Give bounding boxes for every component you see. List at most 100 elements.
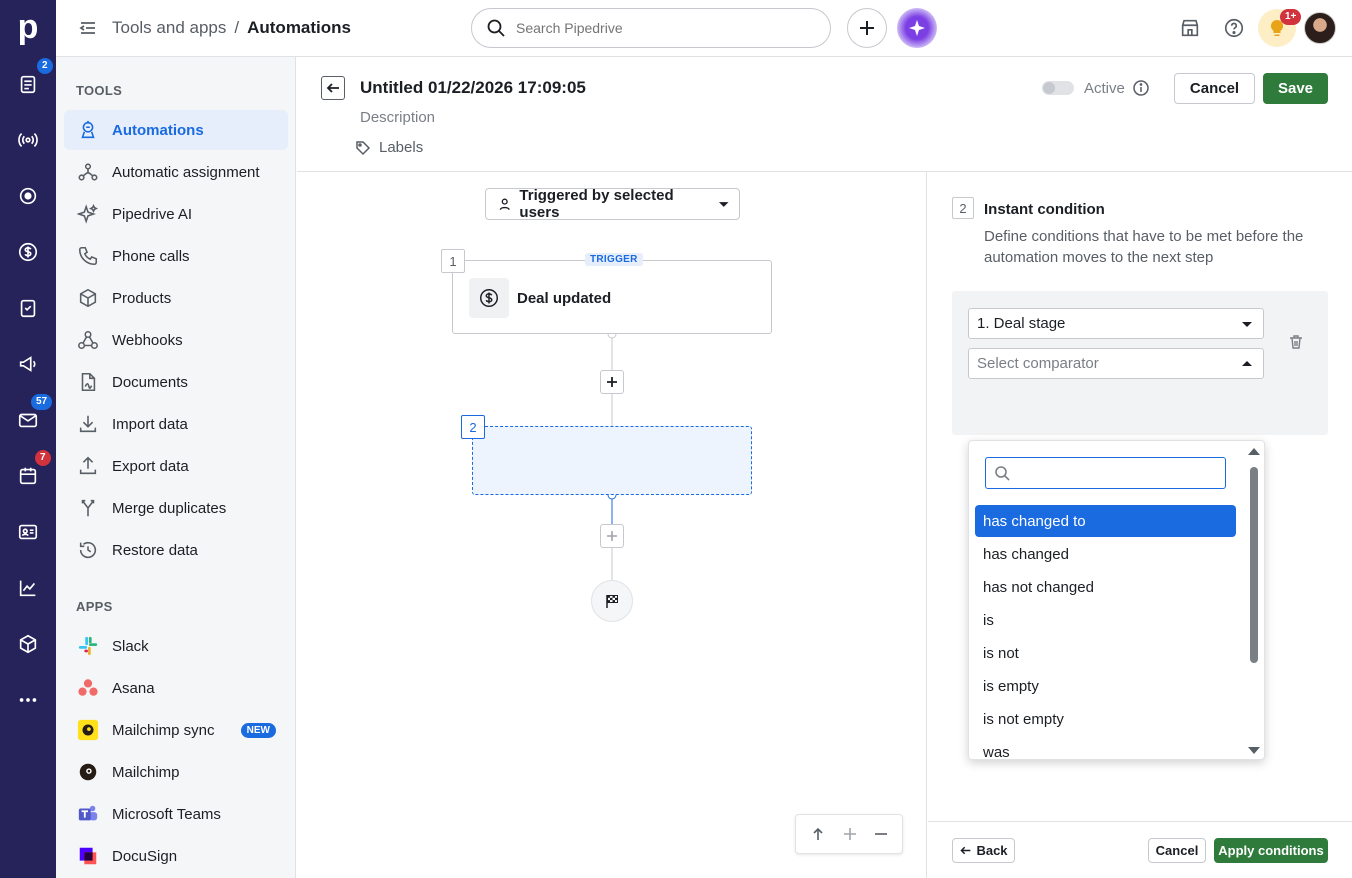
comparator-option[interactable]: is not empty xyxy=(975,703,1236,735)
scrollbar-thumb[interactable] xyxy=(1250,467,1258,663)
sidebar-item-docusign[interactable]: DocuSign xyxy=(64,836,288,876)
dropdown-scrollbar[interactable] xyxy=(1247,445,1261,757)
sidebar-item-phone-calls[interactable]: Phone calls xyxy=(64,236,288,276)
sidebar-item-merge-duplicates[interactable]: Merge duplicates xyxy=(64,488,288,528)
avatar[interactable] xyxy=(1304,12,1336,44)
mail-badge: 57 xyxy=(31,394,53,410)
sidebar-item-mailchimp-sync[interactable]: Mailchimp sync NEW xyxy=(64,710,288,750)
cancel-button[interactable]: Cancel xyxy=(1148,838,1206,863)
canvas-controls xyxy=(795,814,903,854)
comparator-option[interactable]: has changed to xyxy=(975,505,1236,537)
mailchimp-icon xyxy=(76,718,100,742)
sidebar-item-automations[interactable]: Automations xyxy=(64,110,288,150)
marketplace-icon[interactable] xyxy=(1179,17,1201,39)
nav-deals[interactable] xyxy=(14,238,42,266)
description-field[interactable]: Description xyxy=(360,109,435,126)
sidebar-item-mailchimp[interactable]: Mailchimp xyxy=(64,752,288,792)
nav-leads[interactable] xyxy=(14,70,42,98)
comparator-select[interactable]: Select comparator xyxy=(968,348,1264,379)
dropdown-search[interactable] xyxy=(985,457,1226,489)
help-icon[interactable] xyxy=(1223,17,1245,39)
comparator-option[interactable]: is not xyxy=(975,637,1236,669)
comparator-option[interactable]: is xyxy=(975,604,1236,636)
nav-contacts[interactable] xyxy=(14,518,42,546)
sidebar-item-export-data[interactable]: Export data xyxy=(64,446,288,486)
nav-activities[interactable] xyxy=(14,294,42,322)
back-button[interactable] xyxy=(321,76,345,100)
contact-card-icon xyxy=(18,524,38,540)
sidebar-item-automatic-assignment[interactable]: Automatic assignment xyxy=(64,152,288,192)
sidebar-item-label: Import data xyxy=(112,415,188,433)
trigger-step-card[interactable]: Deal updated xyxy=(452,260,772,334)
comparator-option[interactable]: is empty xyxy=(975,670,1236,702)
ai-assistant-button[interactable] xyxy=(897,8,937,48)
breadcrumb-current: Automations xyxy=(247,18,351,37)
scroll-up-icon[interactable] xyxy=(1247,445,1261,459)
condition-group: 1. Deal stage Select comparator xyxy=(952,291,1328,435)
search-box[interactable] xyxy=(471,8,831,48)
nav-insights[interactable] xyxy=(14,574,42,602)
active-toggle[interactable] xyxy=(1042,81,1074,95)
plus-icon xyxy=(860,21,874,35)
phone-icon xyxy=(76,244,100,268)
comparator-option[interactable]: has changed xyxy=(975,538,1236,570)
automations-icon xyxy=(76,118,100,142)
add-step-button[interactable] xyxy=(600,370,624,394)
comparator-option[interactable]: has not changed xyxy=(975,571,1236,603)
search-input[interactable] xyxy=(516,20,796,36)
sidebar-item-documents[interactable]: Documents xyxy=(64,362,288,402)
pipedrive-logo[interactable]: p xyxy=(14,10,42,44)
condition-step-placeholder[interactable] xyxy=(472,426,752,495)
trigger-step-label: Deal updated xyxy=(517,290,612,307)
apply-conditions-button[interactable]: Apply conditions xyxy=(1214,838,1328,863)
broadcast-icon xyxy=(18,133,38,147)
menu-collapse-icon[interactable] xyxy=(78,18,98,38)
comparator-option[interactable]: was xyxy=(975,736,1236,760)
finish-flag-icon xyxy=(606,595,618,608)
docusign-icon xyxy=(76,844,100,868)
panel-title: Instant condition xyxy=(984,201,1105,218)
sidebar-item-webhooks[interactable]: Webhooks xyxy=(64,320,288,360)
info-icon[interactable] xyxy=(1132,79,1150,97)
arrow-left-icon xyxy=(960,846,971,855)
sidebar-item-microsoft-teams[interactable]: Microsoft Teams xyxy=(64,794,288,834)
nav-more[interactable] xyxy=(14,686,42,714)
comparator-placeholder: Select comparator xyxy=(977,355,1099,372)
quick-add-button[interactable] xyxy=(847,8,887,48)
add-step-button[interactable] xyxy=(600,524,624,548)
arrow-up-icon[interactable] xyxy=(810,826,826,842)
back-button[interactable]: Back xyxy=(952,838,1015,863)
sidebar-item-label: Slack xyxy=(112,637,149,655)
field-select[interactable]: 1. Deal stage xyxy=(968,308,1264,339)
flow-canvas[interactable]: Triggered by selected users Deal updated… xyxy=(297,172,927,878)
save-button[interactable]: Save xyxy=(1263,73,1328,104)
nav-products[interactable] xyxy=(14,630,42,658)
calendar-icon xyxy=(19,467,37,485)
nav-marketing[interactable] xyxy=(14,350,42,378)
panel-footer: Back Cancel Apply conditions xyxy=(928,821,1352,878)
trash-icon[interactable] xyxy=(1288,334,1304,350)
sidebar-item-slack[interactable]: Slack xyxy=(64,626,288,666)
trigger-icon-box xyxy=(469,278,509,318)
scroll-down-icon[interactable] xyxy=(1247,743,1261,757)
sidebar-item-products[interactable]: Products xyxy=(64,278,288,318)
sidebar-item-restore-data[interactable]: Restore data xyxy=(64,530,288,570)
automation-title[interactable]: Untitled 01/22/2026 17:09:05 xyxy=(360,78,586,98)
top-bar: Tools and apps / Automations 1+ xyxy=(56,0,1352,57)
asana-icon xyxy=(76,676,100,700)
nav-projects[interactable] xyxy=(14,182,42,210)
breadcrumb-parent[interactable]: Tools and apps xyxy=(112,18,226,38)
labels-button[interactable]: Labels xyxy=(355,139,423,156)
zoom-in-icon[interactable] xyxy=(843,827,857,841)
cancel-button[interactable]: Cancel xyxy=(1174,73,1255,104)
nav-calendar[interactable] xyxy=(14,462,42,490)
comparator-dropdown: has changed to has changed has not chang… xyxy=(968,440,1265,760)
nav-mail[interactable] xyxy=(14,406,42,434)
sparkle-icon xyxy=(909,20,925,36)
zoom-out-icon[interactable] xyxy=(874,827,888,841)
sidebar-item-pipedrive-ai[interactable]: Pipedrive AI xyxy=(64,194,288,234)
panel-description: Define conditions that have to be met be… xyxy=(984,228,1304,266)
nav-campaigns[interactable] xyxy=(14,126,42,154)
sidebar-item-asana[interactable]: Asana xyxy=(64,668,288,708)
sidebar-item-import-data[interactable]: Import data xyxy=(64,404,288,444)
